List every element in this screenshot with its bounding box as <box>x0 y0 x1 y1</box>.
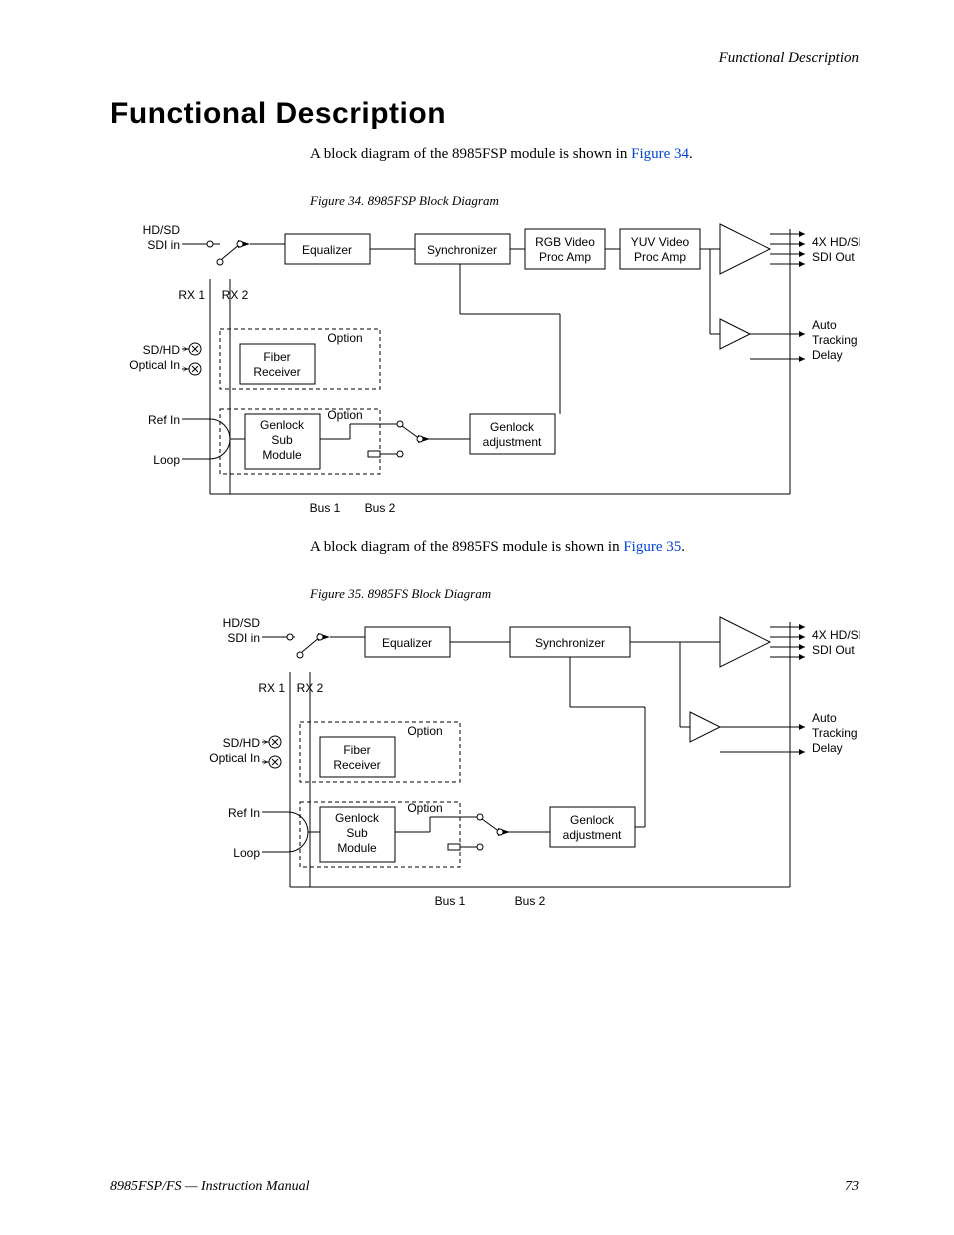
block-gsub3: Module <box>262 448 302 462</box>
block-sync-35: Synchronizer <box>535 636 605 650</box>
label-sdi-in: SDI in <box>147 238 180 252</box>
figure35-diagram: HD/SD SDI in RX 1 RX 2 SD/HD Optical In … <box>110 607 860 917</box>
block-sync: Synchronizer <box>427 243 497 257</box>
label-bus1-35: Bus 1 <box>435 894 466 908</box>
label-sdi-35: SDI in <box>227 631 260 645</box>
label-optical-35: Optical In <box>209 751 260 765</box>
label-out2: SDI Out <box>812 250 855 264</box>
block-rgb1: RGB Video <box>535 235 595 249</box>
label-auto2-35: Tracking <box>812 726 858 740</box>
label-sdhd-35: SD/HD <box>223 736 261 750</box>
block-gsub1: Genlock <box>260 418 305 432</box>
label-refin-35: Ref In <box>228 806 260 820</box>
block-gsub3-35: Module <box>337 841 377 855</box>
block-gadj2: adjustment <box>483 435 542 449</box>
label-bus1: Bus 1 <box>310 501 341 515</box>
block-gadj1: Genlock <box>490 420 535 434</box>
label-hdsd: HD/SD <box>143 223 181 237</box>
figure34-caption: Figure 34. 8985FSP Block Diagram <box>310 193 859 209</box>
block-fiber2-35: Receiver <box>333 758 380 772</box>
label-auto1-35: Auto <box>812 711 837 725</box>
label-rx1: RX 1 <box>178 288 205 302</box>
section-title: Functional Description <box>110 97 859 131</box>
intro-fig35: A block diagram of the 8985FS module is … <box>310 539 859 556</box>
label-auto3-35: Delay <box>812 741 843 755</box>
footer-manual: 8985FSP/FS — Instruction Manual <box>110 1179 310 1195</box>
page-header: Functional Description <box>110 50 859 67</box>
label-auto2: Tracking <box>812 333 858 347</box>
block-eq-35: Equalizer <box>382 636 432 650</box>
intro-fig34: A block diagram of the 8985FSP module is… <box>310 146 859 163</box>
block-fiber2: Receiver <box>253 365 300 379</box>
block-rgb2: Proc Amp <box>539 250 591 264</box>
block-gadj1-35: Genlock <box>570 813 615 827</box>
label-hdsd-35: HD/SD <box>223 616 261 630</box>
label-loop: Loop <box>153 453 180 467</box>
label-auto3: Delay <box>812 348 843 362</box>
label-option1-35: Option <box>407 724 442 738</box>
label-refin: Ref In <box>148 413 180 427</box>
block-gadj2-35: adjustment <box>563 828 622 842</box>
label-bus2: Bus 2 <box>365 501 396 515</box>
intro2-suffix: . <box>681 539 685 555</box>
block-gsub2: Sub <box>271 433 293 447</box>
label-auto1: Auto <box>812 318 837 332</box>
intro1-text: A block diagram of the 8985FSP module is… <box>310 146 631 162</box>
block-gsub2-35: Sub <box>346 826 368 840</box>
figure34-link[interactable]: Figure 34 <box>631 146 689 162</box>
block-yuv1: YUV Video <box>631 235 690 249</box>
label-option1: Option <box>327 331 362 345</box>
block-fiber1-35: Fiber <box>343 743 370 757</box>
label-loop-35: Loop <box>233 846 260 860</box>
figure35-link[interactable]: Figure 35 <box>623 539 681 555</box>
label-option2-35: Option <box>407 801 442 815</box>
figure35-caption: Figure 35. 8985FS Block Diagram <box>310 586 859 602</box>
label-out1: 4X HD/SD <box>812 235 860 249</box>
block-equalizer: Equalizer <box>302 243 352 257</box>
label-rx1-35: RX 1 <box>258 681 285 695</box>
footer-page: 73 <box>845 1179 859 1195</box>
figure34-diagram: HD/SD SDI in RX 1 RX 2 SD/HD Optical In … <box>110 214 860 524</box>
label-rx2: RX 2 <box>222 288 249 302</box>
block-gsub1-35: Genlock <box>335 811 380 825</box>
label-out2-35: SDI Out <box>812 643 855 657</box>
block-fiber1: Fiber <box>263 350 290 364</box>
label-optical: Optical In <box>129 358 180 372</box>
label-option2: Option <box>327 408 362 422</box>
label-sdhd: SD/HD <box>143 343 181 357</box>
label-bus2-35: Bus 2 <box>515 894 546 908</box>
intro2-text: A block diagram of the 8985FS module is … <box>310 539 623 555</box>
intro1-suffix: . <box>689 146 693 162</box>
block-yuv2: Proc Amp <box>634 250 686 264</box>
label-out1-35: 4X HD/SD <box>812 628 860 642</box>
